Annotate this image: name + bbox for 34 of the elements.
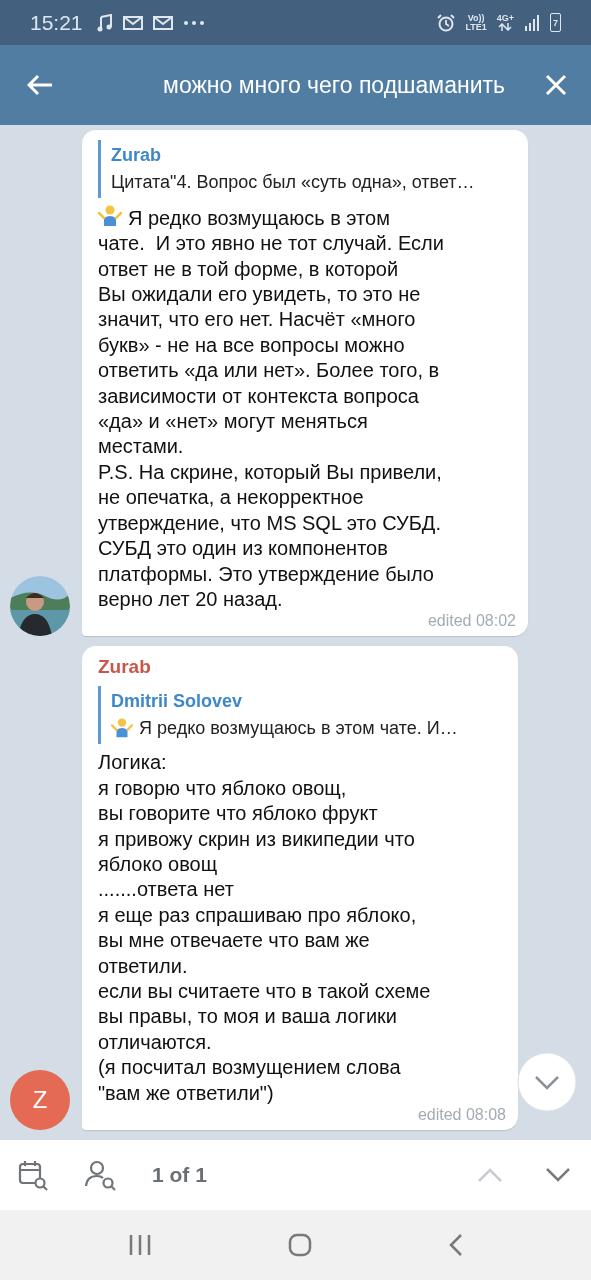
back-icon[interactable] bbox=[448, 1233, 463, 1257]
reply-text: Цитата"4. Вопрос был «суть одна», ответ… bbox=[111, 170, 475, 194]
signal-icon bbox=[524, 14, 540, 31]
message-text: Я редко возмущаюсь в этом чате. И это явно не тот случай. Если ответ не в той форме, в которой Вы ожидали его увидеть, то это не значит, что его нет. Насчёт «много букв» - не на все вопросы можно ответить «да или нет». Более того, в зависимости от контекста вопроса «да» и «нет» могут меняться местами. P.S. На скрине, который Вы привели, не опечатка, а некорректное утверждение, что MS SQL это СУБД. СУБД это один из компонентов платформы. Это утверждение было верно лет 20 назад. bbox=[98, 206, 444, 610]
lte-label: LTE1 bbox=[465, 22, 487, 32]
person-search-icon[interactable] bbox=[84, 1159, 118, 1191]
data-arrows-icon bbox=[498, 23, 513, 31]
back-arrow-icon[interactable] bbox=[27, 74, 53, 96]
close-icon[interactable] bbox=[545, 74, 567, 96]
mail-icon bbox=[152, 14, 173, 31]
search-field[interactable]: можно много чего подшаманить bbox=[93, 71, 505, 99]
mail-icon bbox=[122, 14, 143, 31]
music-note-icon bbox=[96, 13, 113, 32]
reply-author: Zurab bbox=[111, 143, 162, 167]
edited-time: edited 08:08 bbox=[417, 1106, 506, 1124]
reply-author: Dmitrii Solovev bbox=[111, 690, 244, 714]
network-label: 4G+ bbox=[496, 14, 514, 23]
chevron-down-icon[interactable] bbox=[545, 1167, 571, 1183]
clock-time: 15:21 bbox=[30, 10, 83, 35]
edited-time: edited 08:02 bbox=[427, 612, 516, 631]
sender-name[interactable]: Zurab bbox=[98, 656, 506, 679]
result-counter: 1 of 1 bbox=[152, 1163, 207, 1187]
battery-icon: 7 bbox=[550, 13, 561, 32]
message-text: Логика: я говорю что яблоко овощ, вы говорите что яблоко фрукт я привожу скрин из википедии что яблоко овощ .......ответа нет я еще раз спрашиваю про яблоко, вы мне отвечаете что вам же ответили. если вы считаете что в такой схеме вы правы, то моя и ваша логики отличаются. (я посчитал возмущением слова "вам же ответили") bbox=[98, 751, 431, 1104]
avatar: Z bbox=[10, 1070, 70, 1130]
more-dots-icon bbox=[182, 19, 205, 26]
quoted-reply[interactable]: Dmitrii Solovev Я редко возмущаюсь в этом чате. И… bbox=[98, 686, 506, 745]
alarm-clock-icon bbox=[437, 13, 456, 32]
volte-label: Vo)) bbox=[467, 13, 485, 23]
quoted-reply[interactable]: Zurab Цитата"4. Вопрос был «суть одна», ответ… bbox=[98, 139, 516, 198]
recent-apps-icon[interactable] bbox=[128, 1234, 153, 1256]
calendar-search-icon[interactable] bbox=[18, 1159, 50, 1191]
home-icon[interactable] bbox=[288, 1233, 313, 1257]
reply-text: Я редко возмущаюсь в этом чате. И… bbox=[139, 717, 458, 741]
